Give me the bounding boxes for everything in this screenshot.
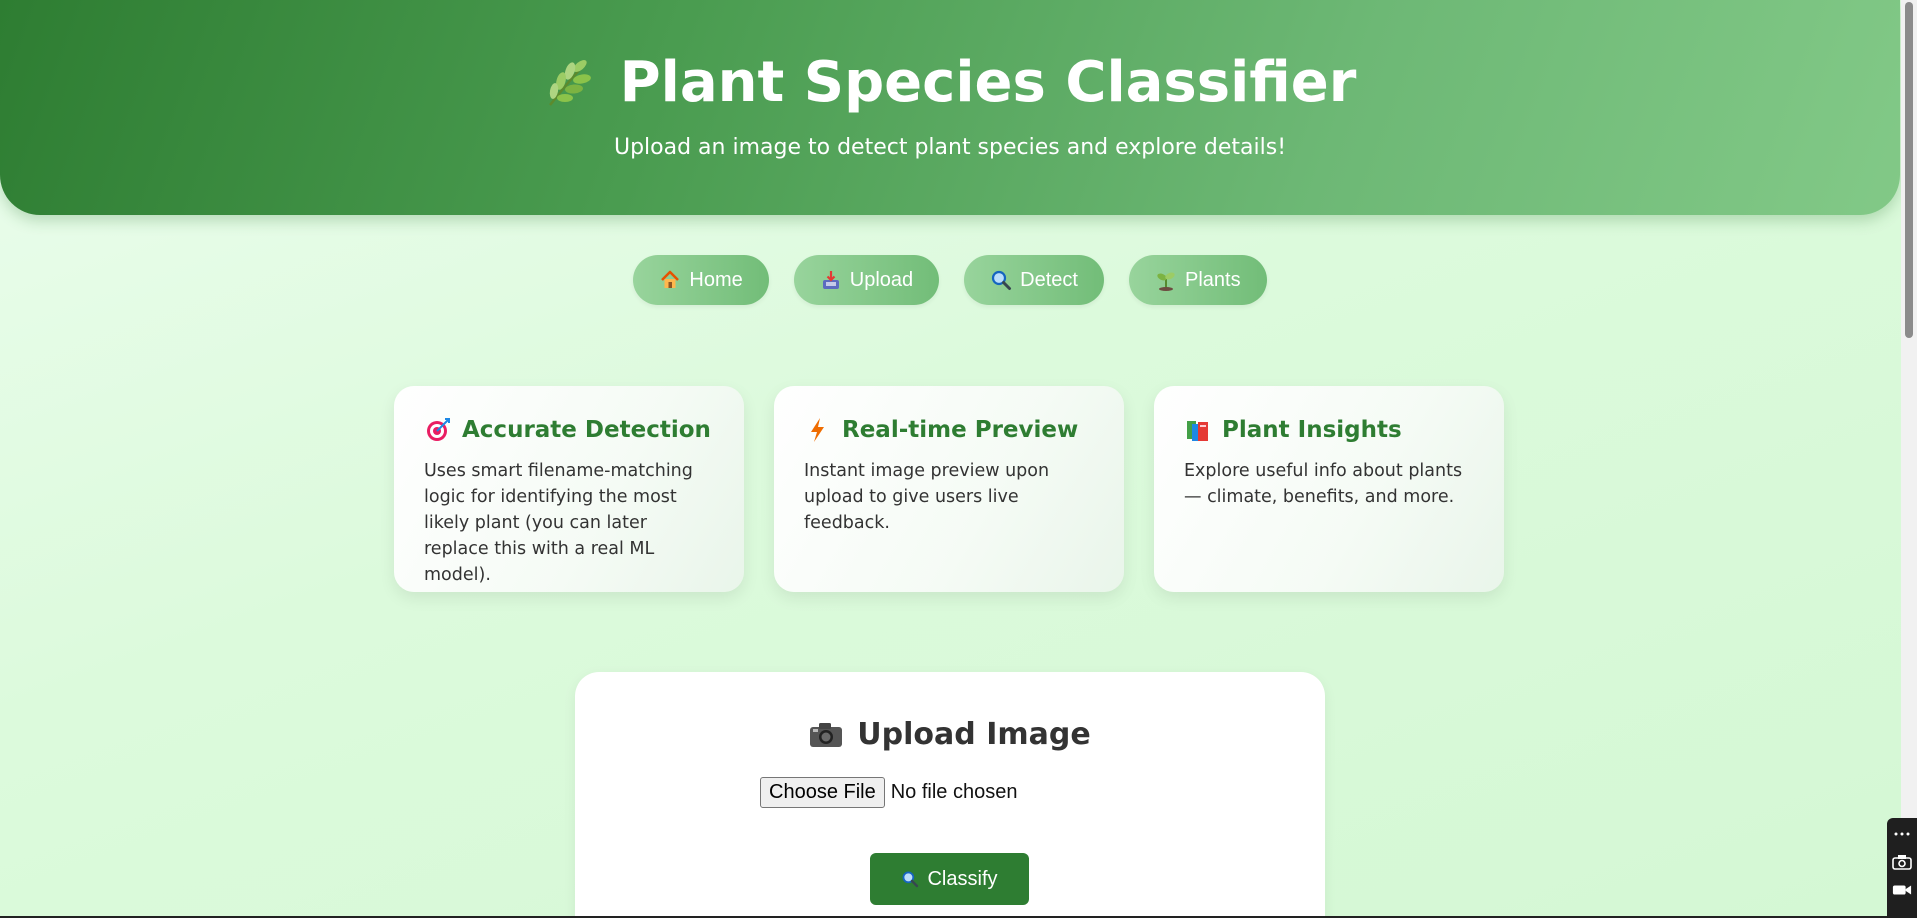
- choose-file-button[interactable]: Choose File: [760, 777, 885, 808]
- file-input[interactable]: Choose File No file chosen: [760, 777, 1017, 808]
- video-camera-icon[interactable]: [1892, 880, 1912, 900]
- classify-label: Classify: [927, 867, 998, 890]
- inbox-tray-icon: [820, 269, 842, 291]
- page-title: Plant Species Classifier: [619, 50, 1357, 115]
- upload-title-text: Upload Image: [857, 717, 1091, 752]
- upload-title: Upload Image: [575, 717, 1325, 752]
- books-icon: [1184, 416, 1212, 444]
- file-status-text: No file chosen: [890, 781, 1018, 803]
- magnifier-icon: [990, 269, 1012, 291]
- classify-button[interactable]: Classify: [870, 853, 1029, 905]
- nav-plants-label: Plants: [1184, 268, 1241, 291]
- feature-title-text: Plant Insights: [1222, 417, 1402, 443]
- more-icon[interactable]: [1892, 824, 1912, 844]
- feature-card-accurate-detection: Accurate Detection Uses smart filename-m…: [394, 386, 744, 592]
- feature-description: Uses smart filename-matching logic for i…: [424, 461, 693, 585]
- magnifier-icon: [903, 871, 919, 888]
- nav-home-button[interactable]: Home: [633, 255, 769, 305]
- header-title-row: Plant Species Classifier: [0, 50, 1900, 115]
- features-section: Accurate Detection Uses smart filename-m…: [394, 386, 1504, 592]
- feature-title-text: Real-time Preview: [842, 417, 1079, 443]
- camera-icon: [810, 722, 843, 747]
- feature-card-real-time-preview: Real-time Preview Instant image preview …: [774, 386, 1124, 592]
- nav-plants-button[interactable]: Plants: [1128, 255, 1267, 305]
- main-nav: Home Upload Detect Plants: [0, 255, 1900, 305]
- feature-card-plant-insights: Plant Insights Explore useful info about…: [1154, 386, 1504, 592]
- target-icon: [424, 416, 452, 444]
- herb-icon: [548, 59, 591, 106]
- page: Plant Species Classifier Upload an image…: [0, 0, 1901, 918]
- feature-description: Instant image preview upon upload to giv…: [804, 461, 1050, 533]
- nav-upload-button[interactable]: Upload: [793, 255, 940, 305]
- nav-detect-button[interactable]: Detect: [964, 255, 1104, 305]
- page-subtitle: Upload an image to detect plant species …: [613, 135, 1287, 160]
- feature-title-text: Accurate Detection: [462, 417, 711, 443]
- feature-card-title: Plant Insights: [1184, 416, 1474, 444]
- header-banner: Plant Species Classifier Upload an image…: [0, 0, 1900, 215]
- nav-home-label: Home: [689, 268, 743, 291]
- house-icon: [659, 269, 681, 291]
- feature-card-title: Accurate Detection: [424, 416, 714, 444]
- vertical-scrollbar[interactable]: [1901, 0, 1917, 918]
- screen-capture-widget: [1887, 818, 1917, 918]
- feature-card-title: Real-time Preview: [804, 416, 1094, 444]
- camera-icon[interactable]: [1892, 852, 1912, 872]
- nav-detect-label: Detect: [1020, 268, 1078, 291]
- nav-upload-label: Upload: [849, 268, 914, 291]
- lightning-icon: [804, 416, 832, 444]
- feature-description: Explore useful info about plants — clima…: [1184, 461, 1463, 507]
- upload-panel: Upload Image Choose File No file chosen …: [575, 672, 1325, 918]
- scrollbar-thumb[interactable]: [1905, 2, 1913, 338]
- seedling-icon: [1155, 269, 1177, 291]
